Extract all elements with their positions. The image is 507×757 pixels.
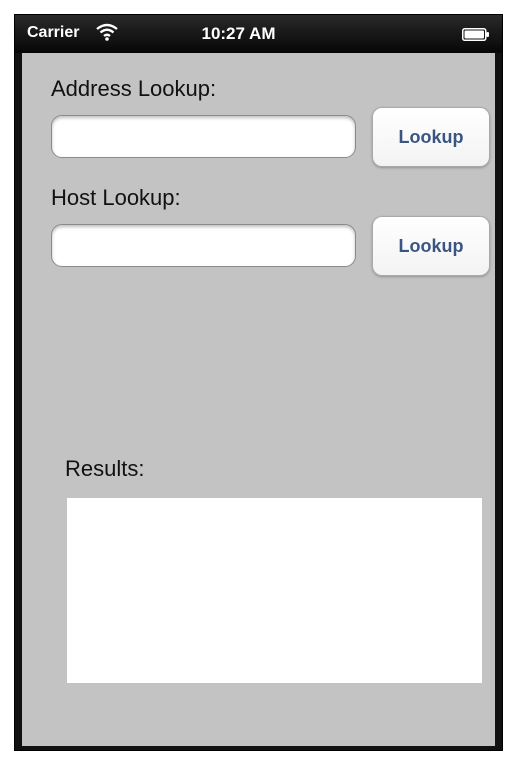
status-bar: Carrier 10:27 AM [15,15,502,53]
results-label: Results: [65,456,145,481]
results-text-view[interactable] [67,498,482,683]
address-lookup-label: Address Lookup: [51,76,217,101]
battery-icon [462,28,489,41]
main-view: Address Lookup: Lookup Host Lookup: Look… [22,53,495,746]
device-frame: Carrier 10:27 AM Address Lookup: Lookup … [14,14,503,751]
host-lookup-label: Host Lookup: [51,185,181,210]
clock: 10:27 AM [201,24,276,43]
host-lookup-button-label: Lookup [398,235,464,256]
address-lookup-button[interactable]: Lookup [372,107,490,167]
host-lookup-input[interactable] [51,224,356,267]
address-lookup-button-label: Lookup [398,126,464,147]
host-lookup-button[interactable]: Lookup [372,216,490,276]
address-lookup-input[interactable] [51,115,356,158]
